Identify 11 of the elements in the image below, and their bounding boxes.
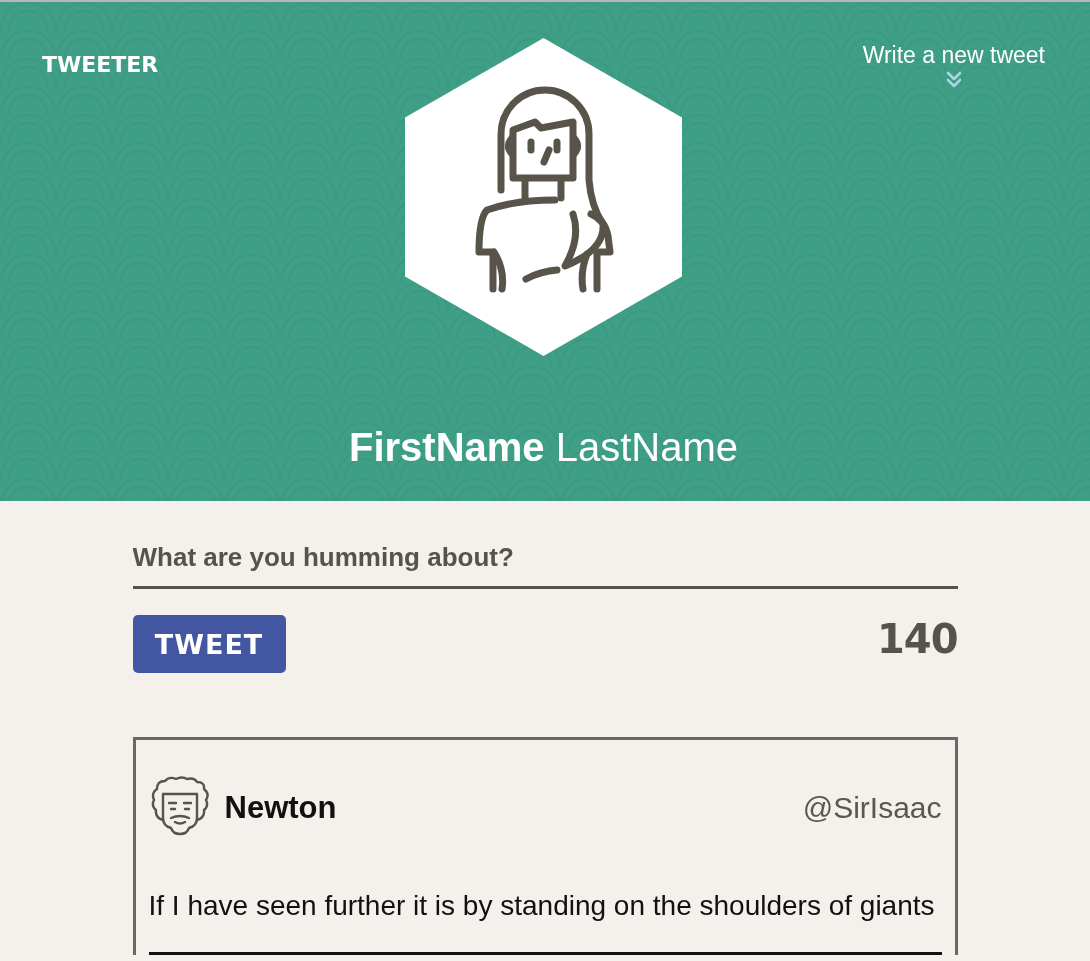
profile-avatar-icon [405,38,682,356]
author-handle: @SirIsaac [802,789,942,826]
author-name: Newton [224,789,337,826]
logo[interactable]: TWEETER [42,51,159,78]
compose-link[interactable]: Write a new tweet [862,41,1045,88]
tweet-input[interactable]: What are you humming about? [132,540,958,589]
tweet-text: If I have seen further it is by standing on the shoulders of giants [148,889,936,923]
profile-name: FirstName LastName [348,423,738,471]
character-count: 140 [877,617,958,661]
tweet-button[interactable]: TWEET [132,615,286,673]
chevron-double-down-icon [945,71,962,88]
